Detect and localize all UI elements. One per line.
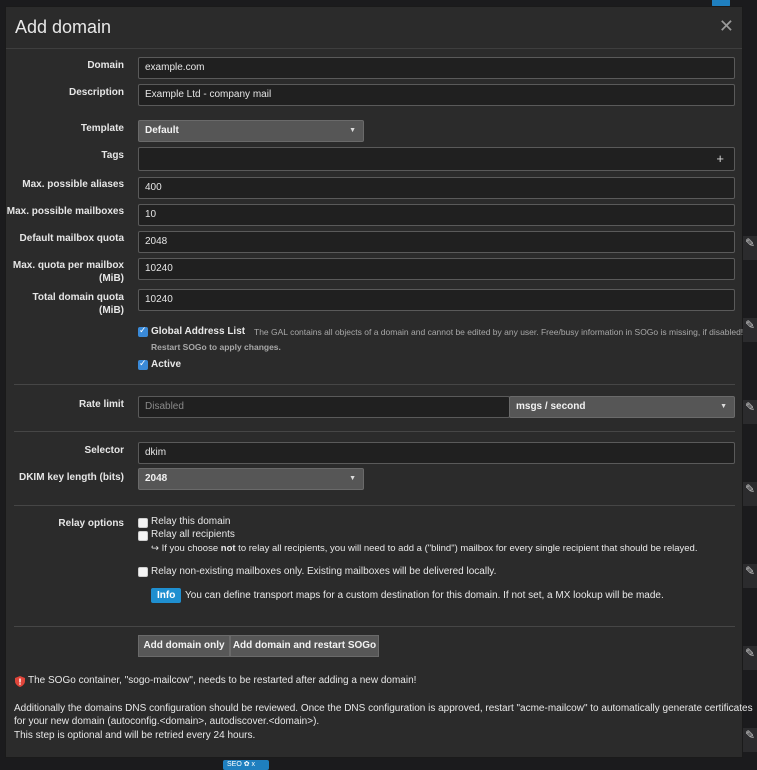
max-quota-input[interactable]: 10240 — [138, 258, 735, 280]
info-badge: Info — [151, 588, 182, 603]
selector-input[interactable]: dkim — [138, 442, 735, 464]
active-label: Active — [151, 359, 182, 370]
relay-hint-bold: not — [220, 543, 236, 554]
background-edit-strip: ✎ — [743, 236, 757, 260]
add-domain-restart-sogo-button[interactable]: Add domain and restart SOGo — [230, 635, 379, 657]
template-select[interactable]: Default ▼ — [138, 120, 364, 142]
caret-down-icon: ▼ — [349, 475, 356, 482]
total-quota-input[interactable]: 10240 — [138, 289, 735, 311]
gal-restart-note: Restart SOGo to apply changes. — [151, 342, 281, 352]
template-select-value: Default — [145, 125, 179, 136]
template-label: Template — [80, 123, 124, 134]
default-quota-input[interactable]: 2048 — [138, 231, 735, 253]
rate-limit-input[interactable]: Disabled — [138, 396, 510, 418]
max-mailboxes-label: Max. possible mailboxes — [6, 206, 124, 217]
caret-down-icon: ▼ — [720, 403, 727, 410]
max-aliases-label: Max. possible aliases — [22, 179, 124, 190]
caret-down-icon: ▼ — [349, 127, 356, 134]
add-domain-only-button[interactable]: Add domain only — [138, 635, 230, 657]
dns-note-line3: This step is optional and will be retrie… — [14, 730, 256, 741]
rate-limit-unit-select[interactable]: msgs / second ▼ — [509, 396, 735, 418]
divider — [14, 505, 735, 506]
tags-input[interactable]: + — [138, 147, 735, 171]
active-checkbox[interactable] — [138, 358, 148, 370]
rate-limit-label: Rate limit — [78, 399, 124, 410]
relay-nonexisting-label: Relay non-existing mailboxes only. Exist… — [151, 566, 497, 577]
max-mailboxes-input[interactable]: 10 — [138, 204, 735, 226]
pencil-icon[interactable]: ✎ — [744, 318, 756, 332]
divider — [14, 431, 735, 432]
relay-nonexisting-checkbox[interactable] — [138, 567, 148, 577]
pencil-icon[interactable]: ✎ — [744, 482, 756, 496]
add-domain-modal: Add domain ✕ Domain example.com Descript… — [5, 6, 753, 758]
pencil-icon[interactable]: ✎ — [744, 564, 756, 578]
selector-label: Selector — [84, 445, 124, 456]
divider — [14, 384, 735, 385]
gal-checkbox[interactable] — [138, 325, 148, 337]
relay-hint: ↪ If you choose not to relay all recipie… — [151, 543, 697, 554]
max-aliases-input[interactable]: 400 — [138, 177, 735, 199]
close-icon[interactable]: ✕ — [719, 16, 734, 37]
pencil-icon[interactable]: ✎ — [744, 728, 756, 742]
default-quota-label: Default mailbox quota — [19, 233, 124, 244]
description-input[interactable]: Example Ltd - company mail — [138, 84, 735, 106]
relay-hint-pre: If you choose — [161, 543, 221, 554]
pencil-icon[interactable]: ✎ — [744, 646, 756, 660]
dns-note-line2: for your new domain (autoconfig.<domain>… — [14, 716, 320, 727]
dkim-length-value: 2048 — [145, 473, 168, 484]
relay-options-label: Relay options — [58, 518, 124, 529]
background-edit-strip: ✎ — [743, 482, 757, 506]
background-tag-badge: SEO ✿ x — [223, 760, 269, 770]
divider — [14, 626, 735, 627]
return-arrow-icon: ↪ — [151, 543, 159, 554]
description-label: Description — [68, 87, 124, 98]
add-tag-icon[interactable]: + — [716, 149, 724, 169]
gal-note: The GAL contains all objects of a domain… — [254, 327, 744, 337]
relay-hint-post: to relay all recipients, you will need t… — [235, 543, 698, 554]
relay-all-label: Relay all recipients — [151, 529, 235, 540]
background-edit-strip: ✎ — [743, 646, 757, 670]
pencil-icon[interactable]: ✎ — [744, 236, 756, 250]
rate-limit-unit-value: msgs / second — [516, 401, 586, 412]
domain-label: Domain — [87, 60, 124, 71]
dkim-length-select[interactable]: 2048 ▼ — [138, 468, 364, 490]
background-edit-strip: ✎ — [743, 728, 757, 752]
dns-note-line1: Additionally the domains DNS configurati… — [14, 703, 753, 714]
modal-title: Add domain — [15, 17, 112, 37]
gal-label: Global Address List — [151, 326, 246, 337]
sogo-restart-warning: The SOGo container, "sogo-mailcow", need… — [28, 675, 417, 686]
dkim-length-label: DKIM key length (bits) — [18, 472, 124, 483]
relay-domain-checkbox[interactable] — [138, 518, 148, 528]
background-edit-strip: ✎ — [743, 400, 757, 424]
total-quota-label: Total domain quota (MiB) — [32, 292, 124, 316]
max-quota-label: Max. quota per mailbox (MiB) — [12, 260, 124, 284]
relay-all-checkbox[interactable] — [138, 531, 148, 541]
background-edit-strip: ✎ — [743, 318, 757, 342]
background-edit-strip: ✎ — [743, 564, 757, 588]
modal-header: Add domain ✕ — [6, 7, 742, 49]
shield-warning-icon — [15, 676, 25, 687]
info-text: You can define transport maps for a cust… — [185, 590, 664, 601]
domain-input[interactable]: example.com — [138, 57, 735, 79]
tags-label: Tags — [101, 150, 124, 161]
pencil-icon[interactable]: ✎ — [744, 400, 756, 414]
relay-domain-label: Relay this domain — [151, 516, 231, 527]
